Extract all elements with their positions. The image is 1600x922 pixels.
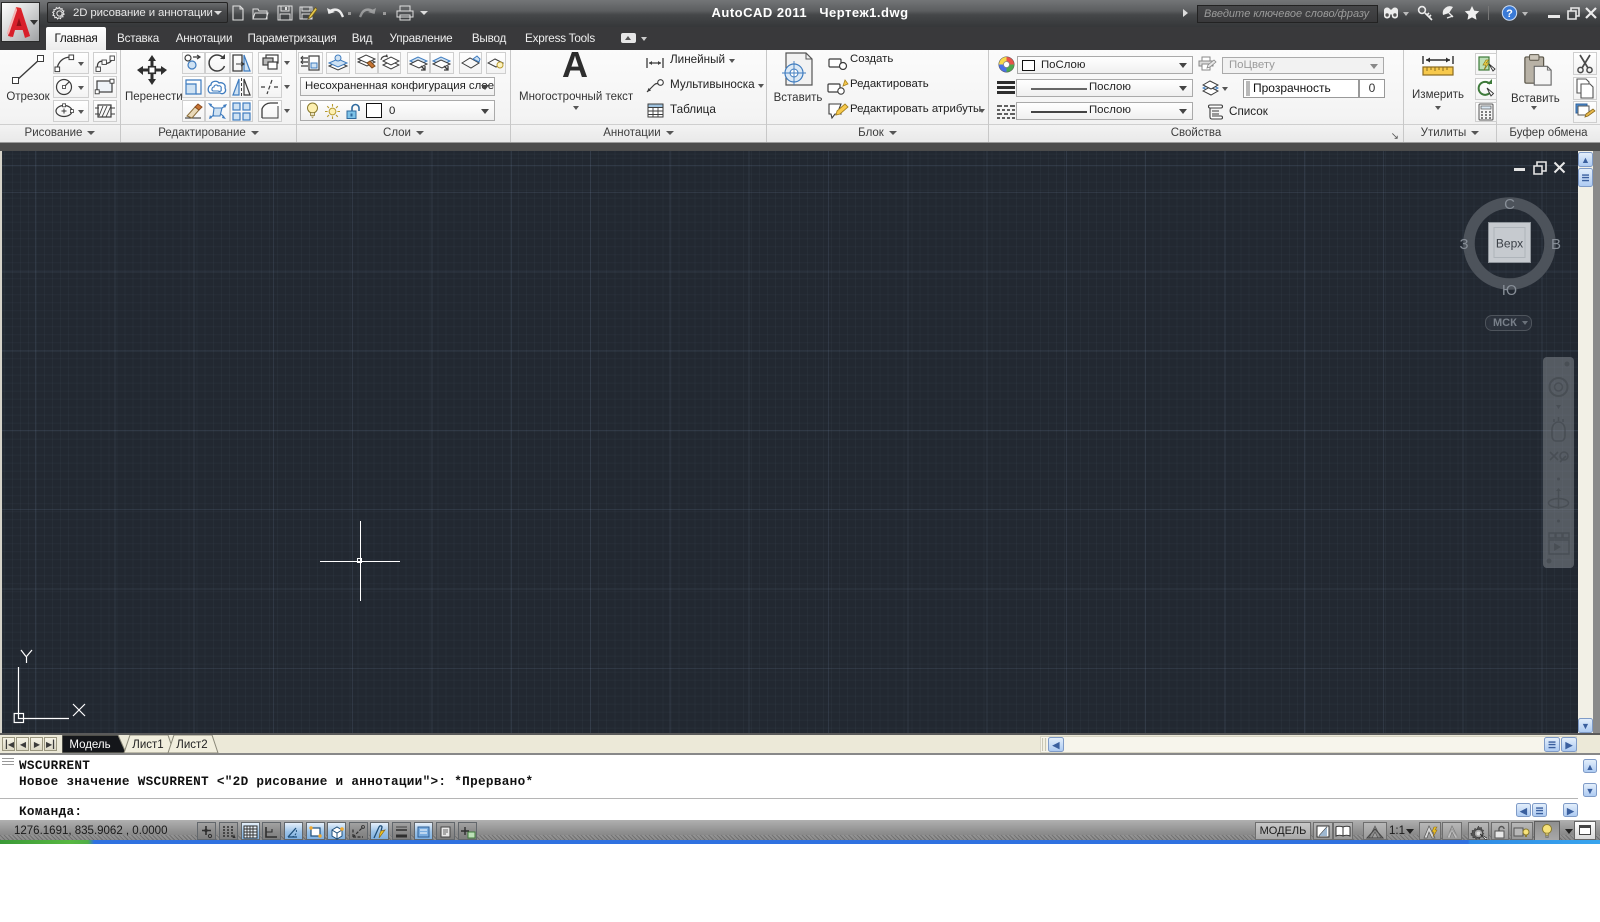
svg-text:С: С	[1504, 196, 1515, 213]
svg-text:Ю: Ю	[1502, 282, 1517, 299]
svg-text:Лист1: Лист1	[132, 739, 163, 751]
svg-text:З: З	[1459, 236, 1468, 253]
svg-text:Лист2: Лист2	[176, 739, 207, 751]
svg-text:В: В	[1551, 236, 1561, 253]
svg-text:Верх: Верх	[1496, 237, 1523, 251]
svg-text:Модель: Модель	[69, 739, 110, 751]
svg-text:?: ?	[1506, 8, 1513, 20]
